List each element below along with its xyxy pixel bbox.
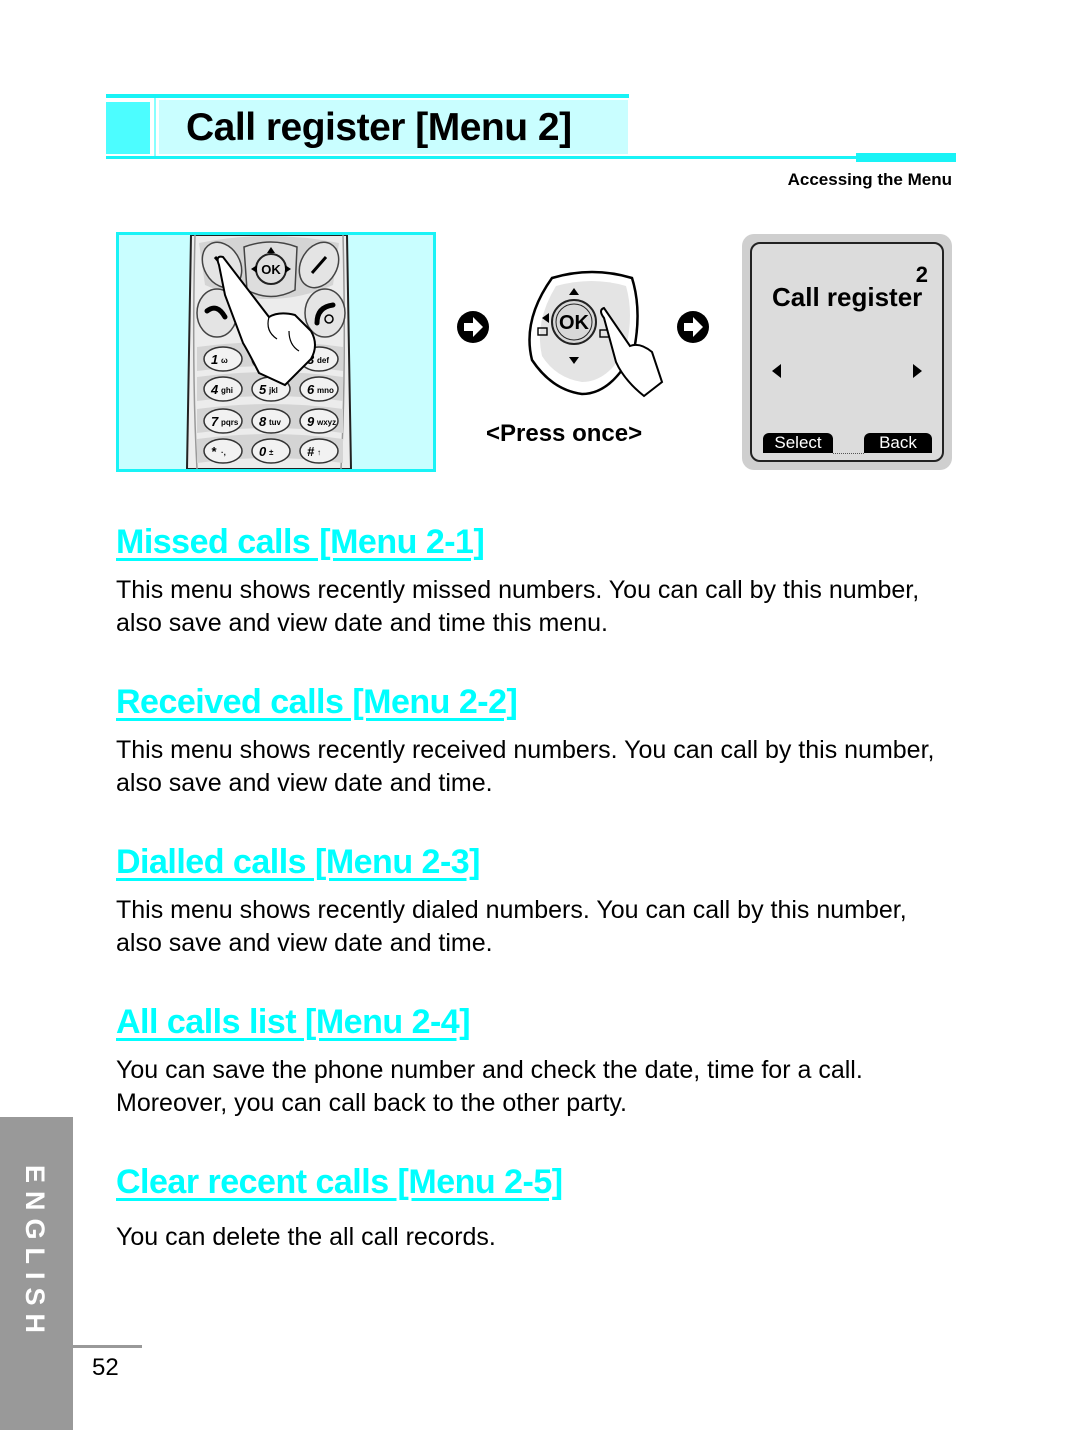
- svg-text:ghi: ghi: [221, 386, 233, 395]
- section-body-all-calls-list: You can save the phone number and check …: [116, 1056, 863, 1117]
- page-number-rule: [73, 1345, 142, 1348]
- section-heading-clear-recent-calls[interactable]: Clear recent calls [Menu 2-5]: [116, 1163, 563, 1202]
- keypad-key-star: * ·,: [203, 438, 243, 464]
- keypad-key-hash: # ↑: [299, 438, 339, 464]
- screen-right-arrow-icon: [913, 364, 922, 378]
- section-subtitle: Accessing the Menu: [787, 170, 952, 189]
- section-body-clear-recent-calls: You can delete the all call records.: [116, 1223, 496, 1251]
- ok-key-label: OK: [261, 262, 281, 277]
- svg-text:0: 0: [259, 444, 267, 459]
- keypad-key-1: 1ω: [203, 346, 243, 372]
- keypad-key-0: 0 ±: [251, 438, 291, 464]
- header-bottom-rule: [106, 156, 856, 159]
- svg-text:±: ±: [269, 448, 274, 457]
- softkey-divider: [833, 451, 864, 454]
- keypad-key-6: 6 mno: [299, 376, 339, 402]
- svg-text:OK: OK: [559, 312, 590, 334]
- keypad-illustration: OK 1ω2abc3def4ghi5jkl6mno7pqrs8tuv9wxyz*…: [116, 232, 436, 472]
- section-body-dialled-calls: This menu shows recently dialed numbers.…: [116, 896, 907, 957]
- svg-text:5: 5: [259, 382, 267, 397]
- svg-text:ω: ω: [221, 356, 228, 365]
- section-heading-received-calls[interactable]: Received calls [Menu 2-2]: [116, 683, 518, 722]
- svg-text:1: 1: [211, 352, 218, 367]
- press-once-caption: <Press once>: [486, 420, 643, 447]
- svg-text:wxyz: wxyz: [316, 418, 336, 427]
- arrow-right-icon: [457, 311, 489, 343]
- back-softkey: Back: [864, 433, 932, 453]
- keypad-key-9: 9 wxyz: [299, 408, 339, 434]
- svg-text:def: def: [317, 356, 329, 365]
- section-heading-missed-calls[interactable]: Missed calls [Menu 2-1]: [116, 523, 485, 562]
- svg-text:↑: ↑: [317, 448, 321, 457]
- ok-navigation-key-icon: OK: [528, 270, 664, 398]
- phone-keypad-icon: OK 1ω2abc3def4ghi5jkl6mno7pqrs8tuv9wxyz*…: [185, 235, 353, 469]
- phone-screen-illustration: 2 Call register Select Back: [742, 234, 952, 470]
- page-number: 52: [92, 1354, 119, 1381]
- screen-left-arrow-icon: [772, 364, 781, 378]
- language-label: ENGLISH: [20, 1165, 50, 1342]
- screen-title: Call register: [772, 282, 923, 312]
- svg-text:#: #: [307, 444, 315, 459]
- header-separator: [154, 98, 156, 156]
- arrow-right-icon: [677, 311, 709, 343]
- svg-text:8: 8: [259, 414, 267, 429]
- select-softkey: Select: [763, 433, 833, 453]
- header-top-rule: [106, 94, 629, 98]
- header-rule-tab: [856, 153, 956, 162]
- svg-text:7: 7: [211, 414, 219, 429]
- section-body-received-calls: This menu shows recently received number…: [116, 736, 935, 797]
- section-heading-all-calls-list[interactable]: All calls list [Menu 2-4]: [116, 1003, 471, 1042]
- svg-text:·,: ·,: [221, 448, 226, 457]
- keypad-key-7: 7 pqrs: [203, 408, 243, 434]
- keypad-key-8: 8 tuv: [251, 408, 291, 434]
- svg-text:6: 6: [307, 382, 315, 397]
- svg-text:pqrs: pqrs: [221, 418, 239, 427]
- keypad-key-4: 4 ghi: [203, 376, 243, 402]
- svg-text:jkl: jkl: [268, 386, 278, 395]
- svg-text:9: 9: [307, 414, 315, 429]
- svg-text:mno: mno: [317, 386, 334, 395]
- section-body-missed-calls: This menu shows recently missed numbers.…: [116, 576, 920, 637]
- svg-text:4: 4: [210, 382, 219, 397]
- phone-screen: 2 Call register Select Back: [750, 242, 944, 462]
- header-accent-block: [106, 102, 150, 154]
- svg-text:tuv: tuv: [269, 418, 282, 427]
- section-heading-dialled-calls[interactable]: Dialled calls [Menu 2-3]: [116, 843, 481, 882]
- page-title: Call register [Menu 2]: [186, 106, 572, 149]
